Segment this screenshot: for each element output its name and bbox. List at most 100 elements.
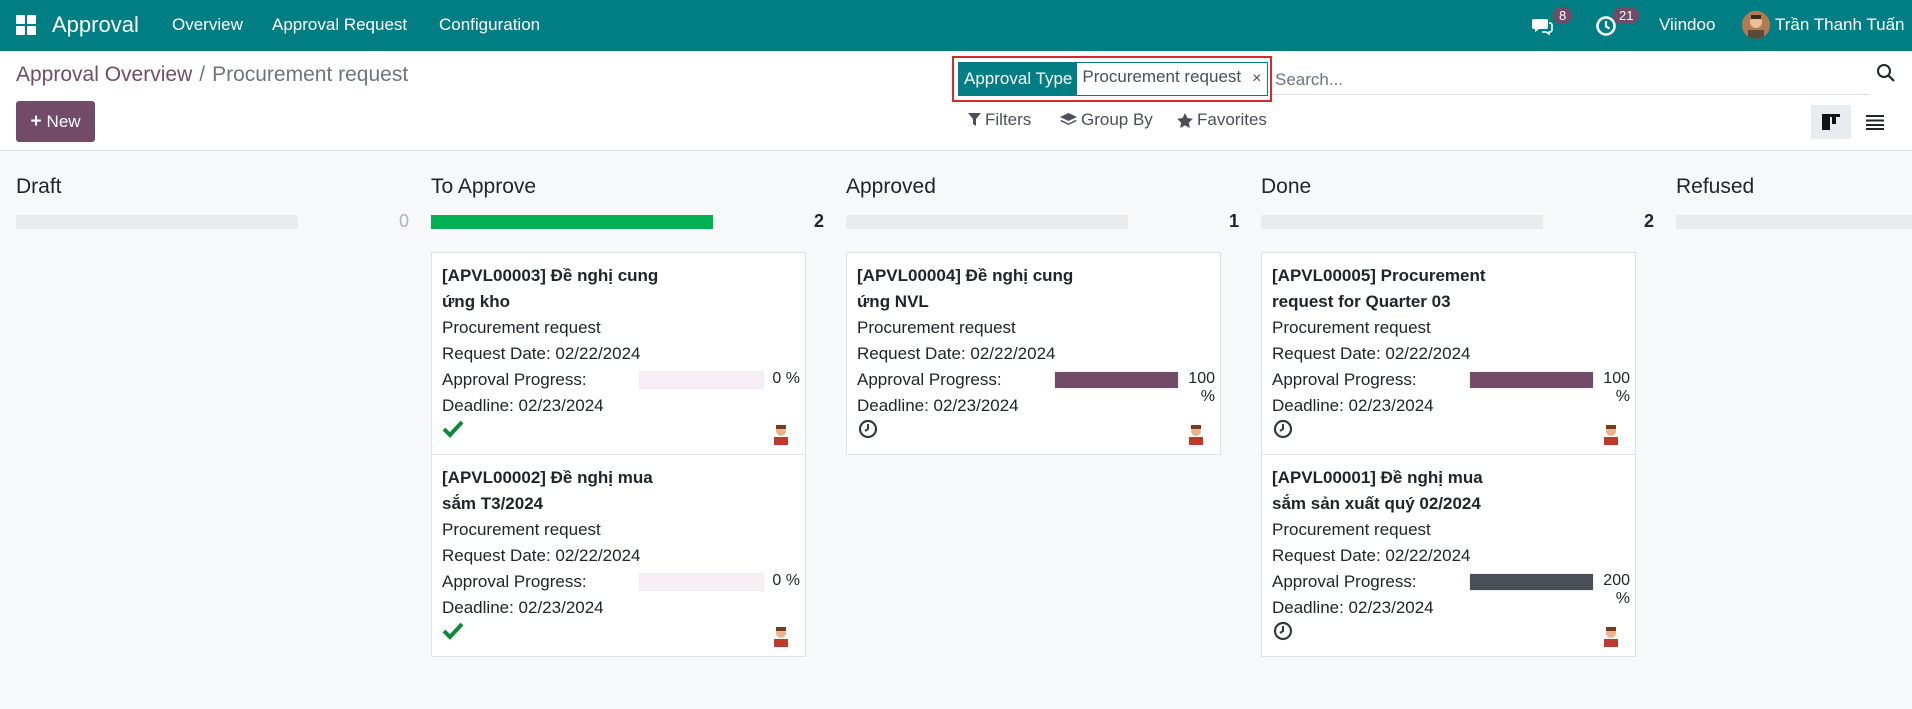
column-progress-fill — [431, 215, 713, 229]
card-deadline: Deadline: 02/23/2024 — [442, 396, 604, 415]
search-facet: Approval Type Procurement request × — [958, 62, 1269, 96]
filters-button[interactable]: Filters — [968, 110, 1031, 130]
card-deadline: Deadline: 02/23/2024 — [1272, 396, 1434, 415]
card-request-date: Request Date: 02/22/2024 — [1272, 546, 1471, 565]
card-progress-label: Approval Progress: — [1272, 370, 1417, 389]
kanban-card[interactable]: [APVL00005] Procurement request for Quar… — [1261, 252, 1636, 455]
card-deadline: Deadline: 02/23/2024 — [1272, 598, 1434, 617]
column-count: 2 — [1643, 211, 1654, 231]
card-title: [APVL00001] Đề nghị mua sắm sản xuất quý… — [1272, 468, 1483, 513]
user-menu[interactable]: Trần Thanh Tuấn — [1775, 15, 1904, 35]
card-progress-label: Approval Progress: — [442, 572, 587, 591]
kanban-card[interactable]: [APVL00002] Đề nghị mua sắm T3/2024 Proc… — [431, 454, 806, 657]
column-progress-bar[interactable] — [16, 215, 298, 229]
column-count: 2 — [813, 211, 824, 231]
card-progress-label: Approval Progress: — [857, 370, 1002, 389]
list-icon — [1866, 115, 1884, 130]
column-title[interactable]: Approved — [846, 175, 936, 199]
card-request-date: Request Date: 02/22/2024 — [857, 344, 1056, 363]
user-avatar[interactable] — [1742, 11, 1770, 39]
card-approval-type: Procurement request — [442, 318, 601, 337]
check-icon[interactable] — [442, 419, 464, 439]
card-progress-bar — [639, 371, 764, 389]
card-progress-fill — [1055, 372, 1178, 388]
new-button[interactable]: + New — [16, 101, 95, 142]
group-by-label: Group By — [1081, 110, 1153, 129]
column-progress-bar[interactable] — [431, 215, 713, 229]
menu-configuration[interactable]: Configuration — [439, 15, 540, 35]
card-progress-value: 100 % — [1188, 370, 1215, 405]
card-progress-fill — [1470, 574, 1593, 590]
column-progress-bar[interactable] — [846, 215, 1128, 229]
breadcrumb-separator: / — [199, 63, 206, 86]
favorites-label: Favorites — [1197, 110, 1267, 129]
card-progress-value: 200 % — [1603, 572, 1630, 607]
card-approval-type: Procurement request — [1272, 318, 1431, 337]
card-progress-label: Approval Progress: — [442, 370, 587, 389]
card-progress-value: 100 % — [1603, 370, 1630, 405]
kanban-card[interactable]: [APVL00001] Đề nghị mua sắm sản xuất quý… — [1261, 454, 1636, 657]
breadcrumb-current: Procurement request — [212, 63, 409, 86]
app-brand[interactable]: Approval — [52, 12, 139, 38]
column-title[interactable]: Done — [1261, 175, 1311, 199]
column-title[interactable]: To Approve — [431, 175, 536, 199]
menu-approval-request[interactable]: Approval Request — [272, 15, 407, 35]
card-title: [APVL00004] Đề nghị cung ứng NVL — [857, 266, 1074, 311]
card-title: [APVL00005] Procurement request for Quar… — [1272, 266, 1486, 311]
facet-remove-icon[interactable]: × — [1246, 63, 1268, 95]
avatar[interactable] — [770, 423, 792, 445]
card-title: [APVL00003] Đề nghị cung ứng kho — [442, 266, 659, 311]
kanban-icon — [1822, 114, 1840, 130]
messages-badge: 8 — [1553, 7, 1573, 24]
apps-menu-icon[interactable] — [16, 15, 36, 35]
facet-label: Approval Type — [959, 63, 1078, 95]
card-progress-label: Approval Progress: — [1272, 572, 1417, 591]
card-progress-value: 0 % — [772, 572, 800, 589]
check-icon[interactable] — [442, 621, 464, 641]
avatar[interactable] — [770, 625, 792, 647]
avatar[interactable] — [1600, 625, 1622, 647]
kanban-view-button[interactable] — [1811, 105, 1851, 139]
column-count: 0 — [398, 211, 409, 231]
avatar[interactable] — [1185, 423, 1207, 445]
new-button-label: New — [46, 111, 81, 131]
star-icon — [1177, 112, 1193, 128]
breadcrumb: Approval Overview / Procurement request — [16, 63, 408, 87]
facet-value: Procurement request — [1077, 63, 1247, 95]
favorites-button[interactable]: Favorites — [1177, 110, 1267, 130]
card-progress-bar — [1054, 371, 1179, 389]
plus-icon: + — [30, 110, 42, 132]
column-count: 1 — [1228, 211, 1239, 231]
column-title[interactable]: Refused — [1676, 175, 1754, 199]
control-panel: Approval Overview / Procurement request + N… — [0, 51, 1912, 151]
kanban-card[interactable]: [APVL00004] Đề nghị cung ứng NVL Procure… — [846, 252, 1221, 455]
group-by-button[interactable]: Group By — [1060, 110, 1153, 130]
filter-icon — [968, 113, 981, 126]
card-progress-bar — [1469, 371, 1594, 389]
card-deadline: Deadline: 02/23/2024 — [442, 598, 604, 617]
column-title[interactable]: Draft — [16, 175, 62, 199]
company-switcher[interactable]: Viindoo — [1659, 15, 1715, 35]
clock-icon[interactable] — [1272, 621, 1294, 641]
avatar[interactable] — [1600, 423, 1622, 445]
messages-icon[interactable] — [1530, 14, 1554, 38]
menu-overview[interactable]: Overview — [172, 15, 243, 35]
activities-badge: 21 — [1613, 7, 1640, 24]
search-icon[interactable] — [1876, 63, 1896, 83]
kanban-card[interactable]: [APVL00003] Đề nghị cung ứng kho Procure… — [431, 252, 806, 455]
list-view-button[interactable] — [1855, 105, 1895, 139]
card-approval-type: Procurement request — [442, 520, 601, 539]
clock-icon[interactable] — [857, 419, 879, 439]
clock-icon[interactable] — [1272, 419, 1294, 439]
card-approval-type: Procurement request — [1272, 520, 1431, 539]
filters-label: Filters — [985, 110, 1032, 129]
card-request-date: Request Date: 02/22/2024 — [1272, 344, 1471, 363]
card-deadline: Deadline: 02/23/2024 — [857, 396, 1019, 415]
search-input[interactable] — [1272, 65, 1870, 95]
card-progress-bar — [1469, 573, 1594, 591]
breadcrumb-parent[interactable]: Approval Overview — [16, 63, 192, 86]
column-progress-bar[interactable] — [1676, 215, 1912, 229]
card-progress-value: 0 % — [772, 370, 800, 387]
card-request-date: Request Date: 02/22/2024 — [442, 546, 641, 565]
column-progress-bar[interactable] — [1261, 215, 1543, 229]
